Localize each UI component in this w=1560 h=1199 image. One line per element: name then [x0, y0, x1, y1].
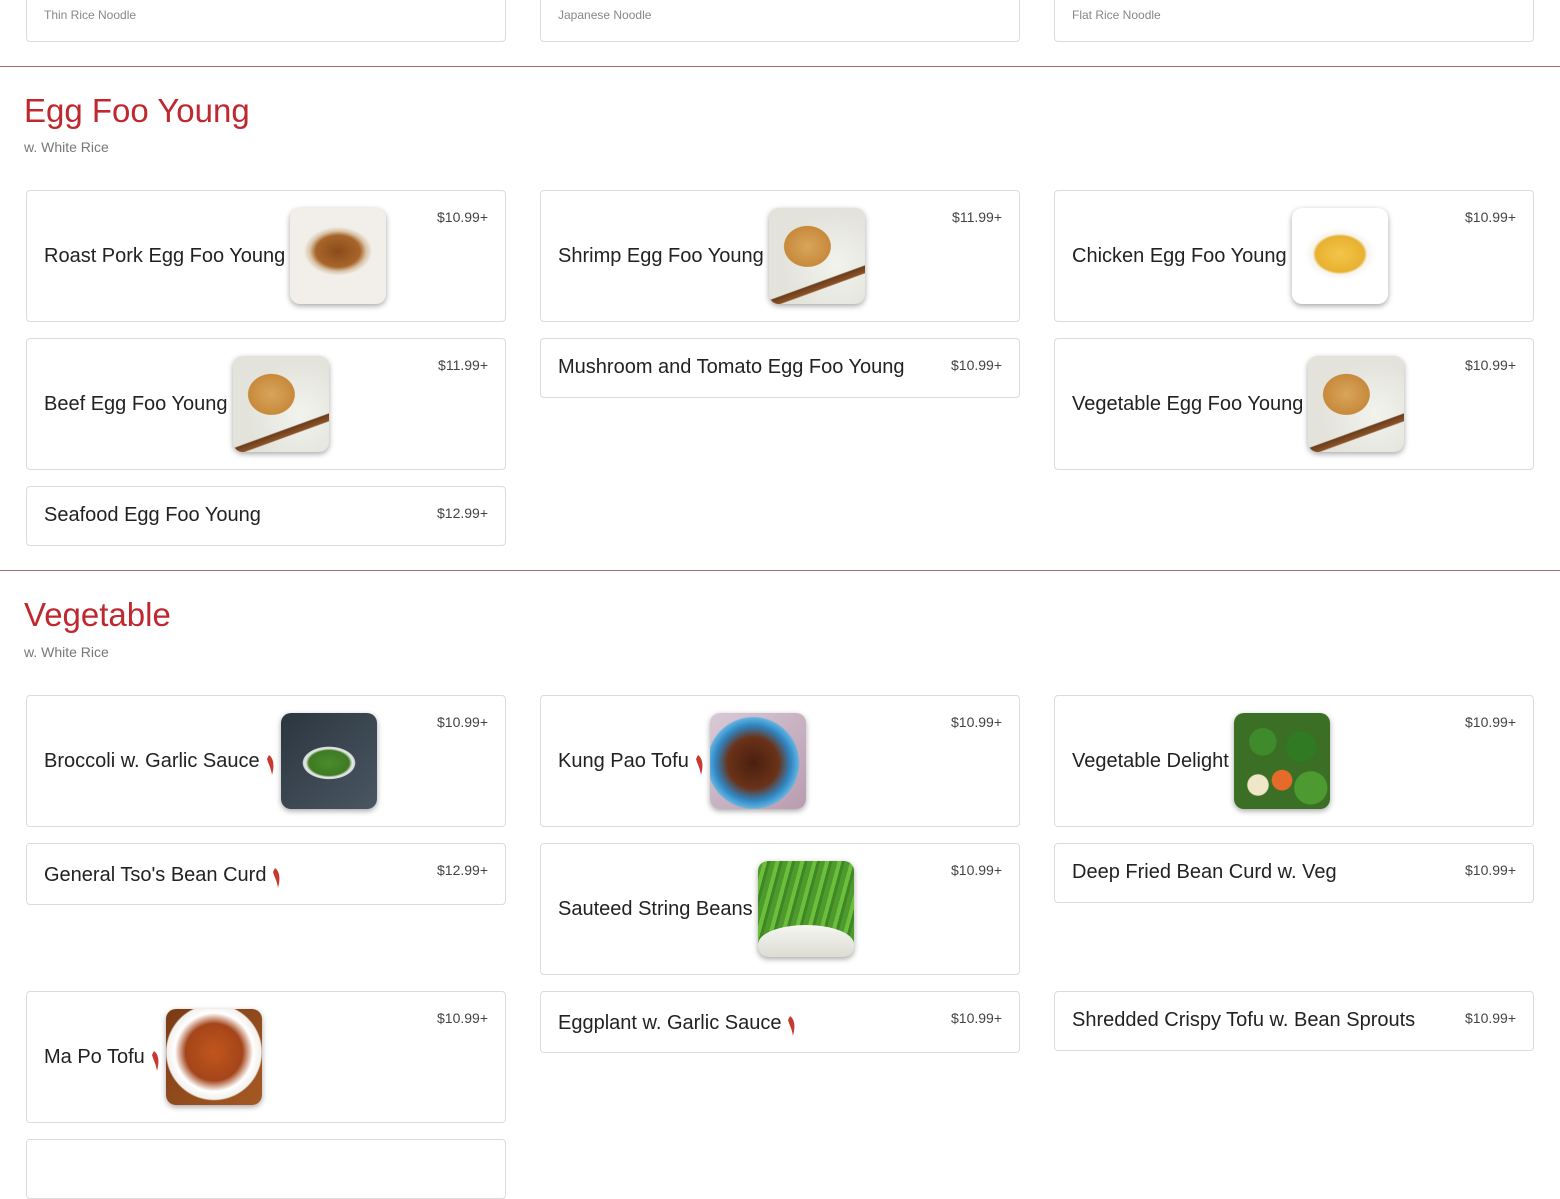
menu-item-card[interactable]: Deep Fried Bean Curd w. Veg $10.99+ [1054, 843, 1534, 903]
item-price: $11.99+ [952, 209, 1002, 225]
item-price: $10.99+ [951, 862, 1002, 878]
item-name: General Tso's Bean Curd [44, 863, 267, 886]
item-image [768, 208, 865, 304]
item-price: $10.99+ [437, 714, 488, 730]
menu-item-card[interactable]: Mushroom and Tomato Egg Foo Young $10.99… [540, 338, 1020, 398]
item-name: Chicken Egg Foo Young [1072, 244, 1287, 267]
chili-pepper-icon [266, 755, 274, 775]
item-name-row: Kung Pao Tofu [558, 713, 806, 809]
chili-pepper-icon [695, 755, 703, 775]
menu-item-card[interactable] [26, 1139, 506, 1199]
item-name: Broccoli w. Garlic Sauce [44, 749, 260, 772]
menu-item-card[interactable]: Thin Rice Noodle [26, 0, 506, 42]
item-image [1291, 208, 1388, 304]
menu-item-card[interactable]: General Tso's Bean Curd $12.99+ [26, 843, 506, 905]
section-title: Vegetable [24, 596, 171, 633]
item-image [1233, 713, 1330, 809]
item-price: $11.99+ [438, 357, 488, 373]
item-name: Shrimp Egg Foo Young [558, 244, 764, 267]
menu-item-card[interactable]: Eggplant w. Garlic Sauce $10.99+ [540, 991, 1020, 1053]
section-title: Egg Foo Young [24, 92, 250, 129]
item-name: Sauteed String Beans [558, 897, 753, 920]
item-price: $10.99+ [437, 1010, 488, 1026]
menu-item-card[interactable]: Flat Rice Noodle [1054, 0, 1534, 42]
item-name-row: Shrimp Egg Foo Young [558, 208, 865, 304]
item-name: Ma Po Tofu [44, 1045, 145, 1068]
item-name-row: Mushroom and Tomato Egg Foo Young [558, 356, 905, 379]
item-name: Beef Egg Foo Young [44, 392, 228, 415]
item-name-row: Seafood Egg Foo Young [44, 504, 261, 527]
item-name: Vegetable Delight [1072, 749, 1229, 772]
section-divider [0, 570, 1560, 571]
item-image [757, 861, 854, 957]
item-subtitle: Thin Rice Noodle [44, 8, 137, 22]
menu-item-card[interactable]: Beef Egg Foo Young $11.99+ [26, 338, 506, 470]
section-divider [0, 66, 1560, 67]
item-name: Shredded Crispy Tofu w. Bean Sprouts [1072, 1009, 1416, 1031]
menu-item-card[interactable]: Ma Po Tofu $10.99+ [26, 991, 506, 1123]
menu-item-card[interactable]: Seafood Egg Foo Young $12.99+ [26, 486, 506, 546]
item-subtitle: Japanese Noodle [558, 8, 652, 22]
menu-item-card[interactable]: Chicken Egg Foo Young $10.99+ [1054, 190, 1534, 322]
item-price: $12.99+ [437, 505, 488, 521]
item-image [232, 356, 329, 452]
item-name-row: Ma Po Tofu [44, 1009, 262, 1105]
item-name: Eggplant w. Garlic Sauce [558, 1011, 782, 1034]
item-name: Vegetable Egg Foo Young [1072, 392, 1304, 415]
item-image [165, 1009, 262, 1105]
item-image [709, 713, 806, 809]
section-subtitle: w. White Rice [24, 644, 109, 660]
item-name: Deep Fried Bean Curd w. Veg [1072, 861, 1337, 883]
menu-item-card[interactable]: Kung Pao Tofu $10.99+ [540, 695, 1020, 827]
menu-item-card[interactable]: Roast Pork Egg Foo Young $10.99+ [26, 190, 506, 322]
item-name-row: Vegetable Egg Foo Young [1072, 356, 1405, 452]
item-price: $10.99+ [1465, 209, 1516, 225]
chili-pepper-icon [151, 1051, 159, 1071]
item-name-row: Beef Egg Foo Young [44, 356, 329, 452]
item-name-row: Deep Fried Bean Curd w. Veg [1072, 861, 1337, 884]
item-price: $10.99+ [1465, 357, 1516, 373]
item-name-row: Broccoli w. Garlic Sauce [44, 713, 377, 809]
item-image [280, 713, 377, 809]
item-name: Seafood Egg Foo Young [44, 504, 261, 526]
item-name-row: Shredded Crispy Tofu w. Bean Sprouts [1072, 1009, 1415, 1032]
item-price: $10.99+ [437, 209, 488, 225]
section-subtitle: w. White Rice [24, 139, 109, 155]
item-price: $10.99+ [1465, 862, 1516, 878]
chili-pepper-icon [788, 1016, 795, 1036]
item-name-row: General Tso's Bean Curd [44, 861, 282, 889]
item-name-row: Eggplant w. Garlic Sauce [558, 1009, 797, 1037]
menu-item-card[interactable]: Vegetable Egg Foo Young $10.99+ [1054, 338, 1534, 470]
menu-item-card[interactable]: Sauteed String Beans $10.99+ [540, 843, 1020, 975]
item-price: $10.99+ [951, 357, 1002, 373]
menu-item-card[interactable]: Vegetable Delight $10.99+ [1054, 695, 1534, 827]
item-price: $10.99+ [1465, 1010, 1516, 1026]
chili-pepper-icon [273, 868, 280, 888]
menu-item-card[interactable]: Shrimp Egg Foo Young $11.99+ [540, 190, 1020, 322]
item-name-row: Roast Pork Egg Foo Young [44, 208, 387, 304]
item-name-row: Chicken Egg Foo Young [1072, 208, 1388, 304]
menu-item-card[interactable]: Broccoli w. Garlic Sauce $10.99+ [26, 695, 506, 827]
item-name-row: Sauteed String Beans [558, 861, 854, 957]
item-price: $10.99+ [951, 1010, 1002, 1026]
menu-item-card[interactable]: Japanese Noodle [540, 0, 1020, 42]
item-price: $10.99+ [951, 714, 1002, 730]
item-subtitle: Flat Rice Noodle [1072, 8, 1161, 22]
item-image [290, 208, 387, 304]
item-name: Mushroom and Tomato Egg Foo Young [558, 356, 905, 378]
item-name: Roast Pork Egg Foo Young [44, 244, 286, 267]
item-price: $12.99+ [437, 862, 488, 878]
menu-item-card[interactable]: Shredded Crispy Tofu w. Bean Sprouts $10… [1054, 991, 1534, 1051]
item-name: Kung Pao Tofu [558, 749, 689, 772]
item-name-row: Vegetable Delight [1072, 713, 1330, 809]
item-price: $10.99+ [1465, 714, 1516, 730]
item-image [1308, 356, 1405, 452]
